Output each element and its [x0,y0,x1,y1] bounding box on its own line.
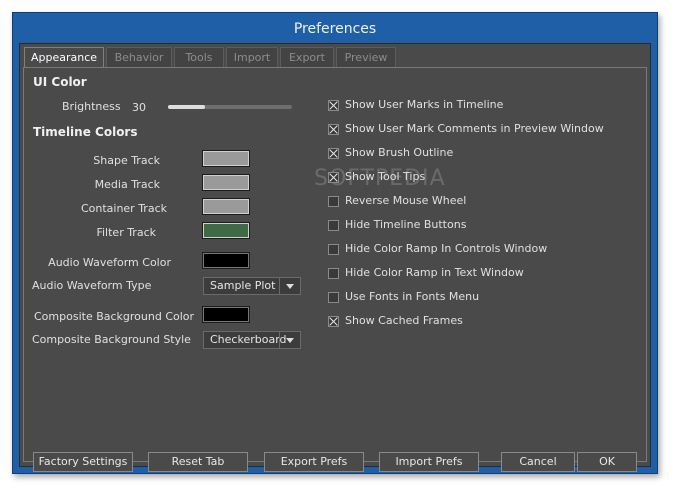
show-cached-frames-label[interactable]: Show Cached Frames [345,314,463,327]
tab-export[interactable]: Export [280,47,334,67]
composite-bg-color-label: Composite Background Color [34,310,195,323]
container-track-color-swatch[interactable] [202,198,250,215]
use-fonts-in-fonts-menu-label[interactable]: Use Fonts in Fonts Menu [345,290,479,303]
export-prefs-button[interactable]: Export Prefs [264,452,364,472]
tab-appearance[interactable]: Appearance [24,47,104,68]
container-track-label: Container Track [80,202,167,215]
audio-waveform-color-label: Audio Waveform Color [48,256,171,269]
ok-button[interactable]: OK [577,452,637,472]
show-user-marks-checkbox[interactable] [328,100,339,111]
media-track-label: Media Track [94,178,160,191]
composite-bg-color-swatch[interactable] [202,306,250,323]
audio-waveform-type-value: Sample Plot [210,279,276,292]
use-fonts-in-fonts-menu-checkbox[interactable] [328,292,339,303]
factory-settings-button[interactable]: Factory Settings [33,452,133,472]
timeline-colors-header: Timeline Colors [33,125,138,139]
show-tool-tips-checkbox[interactable] [328,172,339,183]
tab-tools[interactable]: Tools [174,47,224,67]
media-track-color-swatch[interactable] [202,174,250,191]
reverse-mouse-wheel-label[interactable]: Reverse Mouse Wheel [345,194,466,207]
brightness-slider[interactable] [168,105,292,109]
hide-color-ramp-controls-checkbox[interactable] [328,244,339,255]
preferences-window: Preferences Appearance Behavior Tools Im… [12,12,658,474]
show-brush-outline-checkbox[interactable] [328,148,339,159]
reverse-mouse-wheel-checkbox[interactable] [328,196,339,207]
audio-waveform-type-label: Audio Waveform Type [32,279,152,292]
hide-color-ramp-text-checkbox[interactable] [328,268,339,279]
appearance-panel: SOFTPEDIA UI Color Brightness 30 Timelin… [23,67,647,472]
chevron-down-icon [279,278,300,294]
shape-track-label: Shape Track [93,154,160,167]
composite-bg-style-select[interactable]: Checkerboard [203,331,301,349]
brightness-value: 30 [132,101,146,114]
hide-timeline-buttons-checkbox[interactable] [328,220,339,231]
composite-bg-style-label: Composite Background Style [32,333,191,346]
show-user-mark-comments-label[interactable]: Show User Mark Comments in Preview Windo… [345,122,604,135]
show-user-mark-comments-checkbox[interactable] [328,124,339,135]
composite-bg-style-value: Checkerboard [210,333,287,346]
window-title: Preferences [293,21,377,37]
filter-track-label: Filter Track [96,226,156,239]
hide-color-ramp-text-label[interactable]: Hide Color Ramp in Text Window [345,266,524,279]
dialog-client-area: Appearance Behavior Tools Import Export … [19,43,651,472]
show-user-marks-label[interactable]: Show User Marks in Timeline [345,98,503,111]
show-cached-frames-checkbox[interactable] [328,316,339,327]
tab-preview[interactable]: Preview [336,47,396,67]
filter-track-color-swatch[interactable] [202,222,250,239]
brightness-label: Brightness [62,100,121,113]
show-brush-outline-label[interactable]: Show Brush Outline [345,146,453,159]
audio-waveform-color-swatch[interactable] [202,252,250,269]
hide-timeline-buttons-label[interactable]: Hide Timeline Buttons [345,218,466,231]
import-prefs-button[interactable]: Import Prefs [379,452,479,472]
cancel-button[interactable]: Cancel [501,452,575,472]
ui-color-header: UI Color [33,75,87,89]
tab-behavior[interactable]: Behavior [106,47,172,67]
reset-tab-button[interactable]: Reset Tab [148,452,248,472]
audio-waveform-type-select[interactable]: Sample Plot [203,277,301,295]
shape-track-color-swatch[interactable] [202,150,250,167]
show-tool-tips-label[interactable]: Show Tool Tips [345,170,425,183]
hide-color-ramp-controls-label[interactable]: Hide Color Ramp In Controls Window [345,242,547,255]
brightness-slider-fill [168,105,206,109]
tab-import[interactable]: Import [226,47,278,67]
chevron-down-icon [279,332,300,348]
